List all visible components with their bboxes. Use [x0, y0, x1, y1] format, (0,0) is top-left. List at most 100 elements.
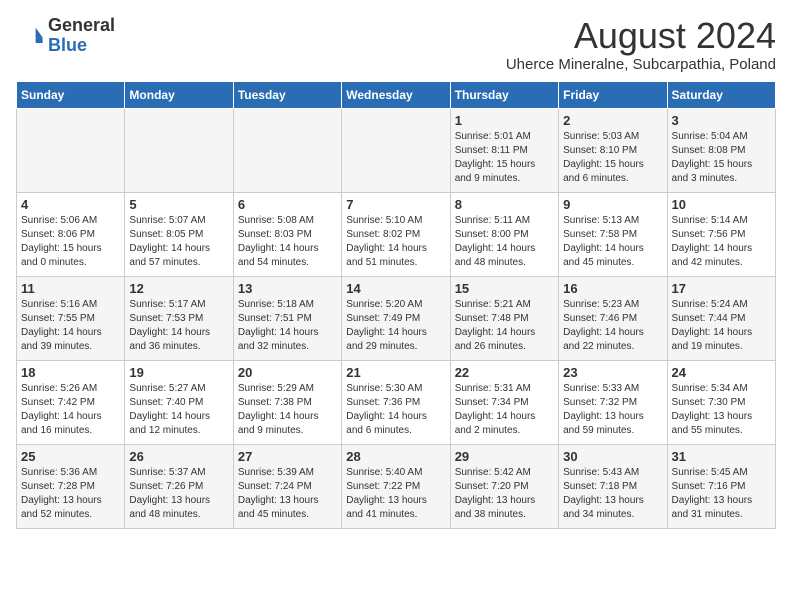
- day-number: 30: [563, 449, 662, 464]
- day-cell: 30 Sunrise: 5:43 AMSunset: 7:18 PMDayligh…: [559, 444, 667, 528]
- header: General Blue August 2024 Uherce Mineraln…: [16, 16, 776, 73]
- day-info: Sunrise: 5:31 AMSunset: 7:34 PMDaylight:…: [455, 382, 554, 438]
- day-info: Sunrise: 5:37 AMSunset: 7:26 PMDaylight:…: [129, 466, 228, 522]
- day-cell: 29 Sunrise: 5:42 AMSunset: 7:20 PMDayligh…: [450, 444, 558, 528]
- day-number: 4: [21, 197, 120, 212]
- day-number: 5: [129, 197, 228, 212]
- day-info: Sunrise: 5:08 AMSunset: 8:03 PMDaylight:…: [238, 214, 337, 270]
- day-info: Sunrise: 5:45 AMSunset: 7:16 PMDaylight:…: [672, 466, 771, 522]
- day-number: 16: [563, 281, 662, 296]
- day-number: 7: [346, 197, 445, 212]
- week-row-3: 11Sunrise: 5:16 AMSunset: 7:55 PMDayligh…: [17, 276, 776, 360]
- day-info: Sunrise: 5:27 AMSunset: 7:40 PMDaylight:…: [129, 382, 228, 438]
- day-cell: 23 Sunrise: 5:33 AMSunset: 7:32 PMDayligh…: [559, 360, 667, 444]
- day-info: Sunrise: 5:36 AMSunset: 7:28 PMDaylight:…: [21, 466, 120, 522]
- day-info: Sunrise: 5:43 AMSunset: 7:18 PMDaylight:…: [563, 466, 662, 522]
- day-number: 22: [455, 365, 554, 380]
- day-cell: 28 Sunrise: 5:40 AMSunset: 7:22 PMDayligh…: [342, 444, 450, 528]
- logo-icon: [16, 22, 44, 50]
- day-number: 18: [21, 365, 120, 380]
- day-number: 9: [563, 197, 662, 212]
- day-number: 3: [672, 113, 771, 128]
- day-info: Sunrise: 5:14 AMSunset: 7:56 PMDaylight:…: [672, 214, 771, 270]
- day-number: 23: [563, 365, 662, 380]
- month-title: August 2024: [506, 16, 776, 56]
- day-info: Sunrise: 5:30 AMSunset: 7:36 PMDaylight:…: [346, 382, 445, 438]
- day-info: Sunrise: 5:21 AMSunset: 7:48 PMDaylight:…: [455, 298, 554, 354]
- day-number: 2: [563, 113, 662, 128]
- weekday-header-row: Sunday Monday Tuesday Wednesday Thursday…: [17, 81, 776, 108]
- day-number: 20: [238, 365, 337, 380]
- day-info: Sunrise: 5:10 AMSunset: 8:02 PMDaylight:…: [346, 214, 445, 270]
- day-number: 27: [238, 449, 337, 464]
- day-cell: 9 Sunrise: 5:13 AMSunset: 7:58 PMDaylight…: [559, 192, 667, 276]
- title-section: August 2024 Uherce Mineralne, Subcarpath…: [506, 16, 776, 73]
- day-info: Sunrise: 5:29 AMSunset: 7:38 PMDaylight:…: [238, 382, 337, 438]
- day-cell: 27 Sunrise: 5:39 AMSunset: 7:24 PMDayligh…: [233, 444, 341, 528]
- day-cell: 14Sunrise: 5:20 AMSunset: 7:49 PMDayligh…: [342, 276, 450, 360]
- day-cell: [17, 108, 125, 192]
- day-number: 28: [346, 449, 445, 464]
- day-cell: [233, 108, 341, 192]
- day-cell: 22 Sunrise: 5:31 AMSunset: 7:34 PMDayligh…: [450, 360, 558, 444]
- day-number: 10: [672, 197, 771, 212]
- day-cell: 20 Sunrise: 5:29 AMSunset: 7:38 PMDayligh…: [233, 360, 341, 444]
- header-tuesday: Tuesday: [233, 81, 341, 108]
- day-cell: 18 Sunrise: 5:26 AMSunset: 7:42 PMDayligh…: [17, 360, 125, 444]
- day-cell: 12Sunrise: 5:17 AMSunset: 7:53 PMDayligh…: [125, 276, 233, 360]
- day-number: 11: [21, 281, 120, 296]
- header-monday: Monday: [125, 81, 233, 108]
- day-cell: 4 Sunrise: 5:06 AMSunset: 8:06 PMDaylight…: [17, 192, 125, 276]
- day-number: 21: [346, 365, 445, 380]
- day-cell: 24 Sunrise: 5:34 AMSunset: 7:30 PMDayligh…: [667, 360, 775, 444]
- day-number: 29: [455, 449, 554, 464]
- day-info: Sunrise: 5:34 AMSunset: 7:30 PMDaylight:…: [672, 382, 771, 438]
- day-cell: 21 Sunrise: 5:30 AMSunset: 7:36 PMDayligh…: [342, 360, 450, 444]
- week-row-2: 4 Sunrise: 5:06 AMSunset: 8:06 PMDaylight…: [17, 192, 776, 276]
- week-row-4: 18 Sunrise: 5:26 AMSunset: 7:42 PMDayligh…: [17, 360, 776, 444]
- logo: General Blue: [16, 16, 115, 56]
- day-info: Sunrise: 5:03 AMSunset: 8:10 PMDaylight:…: [563, 130, 662, 186]
- day-number: 12: [129, 281, 228, 296]
- day-number: 17: [672, 281, 771, 296]
- day-info: Sunrise: 5:42 AMSunset: 7:20 PMDaylight:…: [455, 466, 554, 522]
- day-number: 1: [455, 113, 554, 128]
- day-info: Sunrise: 5:40 AMSunset: 7:22 PMDaylight:…: [346, 466, 445, 522]
- day-number: 14: [346, 281, 445, 296]
- day-cell: [342, 108, 450, 192]
- day-info: Sunrise: 5:04 AMSunset: 8:08 PMDaylight:…: [672, 130, 771, 186]
- day-number: 25: [21, 449, 120, 464]
- day-number: 26: [129, 449, 228, 464]
- week-row-1: 1Sunrise: 5:01 AMSunset: 8:11 PMDaylight…: [17, 108, 776, 192]
- day-cell: 8 Sunrise: 5:11 AMSunset: 8:00 PMDaylight…: [450, 192, 558, 276]
- day-number: 13: [238, 281, 337, 296]
- day-number: 24: [672, 365, 771, 380]
- header-saturday: Saturday: [667, 81, 775, 108]
- day-number: 8: [455, 197, 554, 212]
- day-cell: 3 Sunrise: 5:04 AMSunset: 8:08 PMDaylight…: [667, 108, 775, 192]
- day-info: Sunrise: 5:06 AMSunset: 8:06 PMDaylight:…: [21, 214, 120, 270]
- day-cell: 1Sunrise: 5:01 AMSunset: 8:11 PMDaylight…: [450, 108, 558, 192]
- logo-blue: Blue: [48, 35, 87, 55]
- header-thursday: Thursday: [450, 81, 558, 108]
- day-number: 19: [129, 365, 228, 380]
- day-cell: 31Sunrise: 5:45 AMSunset: 7:16 PMDayligh…: [667, 444, 775, 528]
- day-number: 15: [455, 281, 554, 296]
- day-info: Sunrise: 5:39 AMSunset: 7:24 PMDaylight:…: [238, 466, 337, 522]
- day-cell: 10 Sunrise: 5:14 AMSunset: 7:56 PMDayligh…: [667, 192, 775, 276]
- day-info: Sunrise: 5:33 AMSunset: 7:32 PMDaylight:…: [563, 382, 662, 438]
- day-info: Sunrise: 5:13 AMSunset: 7:58 PMDaylight:…: [563, 214, 662, 270]
- day-info: Sunrise: 5:26 AMSunset: 7:42 PMDaylight:…: [21, 382, 120, 438]
- day-cell: 26 Sunrise: 5:37 AMSunset: 7:26 PMDayligh…: [125, 444, 233, 528]
- header-wednesday: Wednesday: [342, 81, 450, 108]
- day-info: Sunrise: 5:18 AMSunset: 7:51 PMDaylight:…: [238, 298, 337, 354]
- day-info: Sunrise: 5:23 AMSunset: 7:46 PMDaylight:…: [563, 298, 662, 354]
- header-friday: Friday: [559, 81, 667, 108]
- day-cell: 25 Sunrise: 5:36 AMSunset: 7:28 PMDayligh…: [17, 444, 125, 528]
- day-info: Sunrise: 5:11 AMSunset: 8:00 PMDaylight:…: [455, 214, 554, 270]
- day-cell: 6Sunrise: 5:08 AMSunset: 8:03 PMDaylight…: [233, 192, 341, 276]
- day-cell: 2 Sunrise: 5:03 AMSunset: 8:10 PMDaylight…: [559, 108, 667, 192]
- day-cell: 13 Sunrise: 5:18 AMSunset: 7:51 PMDayligh…: [233, 276, 341, 360]
- day-cell: 5 Sunrise: 5:07 AMSunset: 8:05 PMDaylight…: [125, 192, 233, 276]
- day-info: Sunrise: 5:07 AMSunset: 8:05 PMDaylight:…: [129, 214, 228, 270]
